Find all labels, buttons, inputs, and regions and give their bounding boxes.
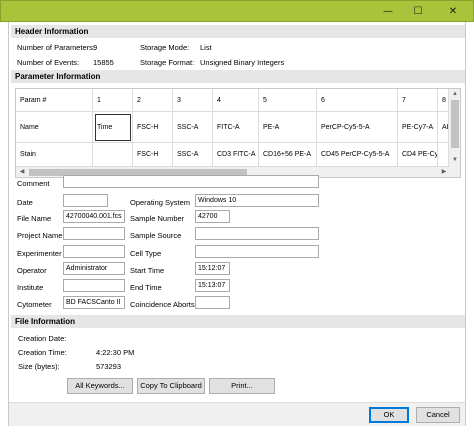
grid-cell[interactable]: CD45 PerCP-Cy5-5-A [317,143,398,166]
dialog-body: Header Information Number of Parameters:… [8,22,466,426]
start-time-field[interactable]: 15:12:07 [195,262,230,275]
coincidence-aborts-label: Coincidence Aborts [130,300,195,309]
grid-cell[interactable]: SSC-A [173,112,213,143]
creation-time-label: Creation Time: [18,348,67,357]
cytometer-label: Cytometer [17,300,52,309]
end-time-label: End Time [130,283,162,292]
grid-cell[interactable] [93,143,133,166]
maximize-icon[interactable]: ☐ [403,1,433,21]
sample-source-field[interactable] [195,227,319,240]
sample-source-label: Sample Source [130,231,182,240]
file-info-title: File Information [11,315,465,328]
filename-label: File Name [17,214,52,223]
os-field[interactable]: Windows 10 [195,194,319,207]
grid-vertical-scrollbar[interactable]: ▲ ▼ [448,89,460,177]
all-keywords-button[interactable]: All Keywords... [67,378,133,394]
grid-cell: 4 [213,89,259,112]
scroll-thumb[interactable] [451,100,459,148]
ok-button[interactable]: OK [369,407,409,423]
operator-label: Operator [17,266,47,275]
window-controls: — ☐ ✕ [373,1,473,21]
creation-time-value: 4:22:30 PM [96,348,135,357]
grid-cell[interactable]: SSC-A [173,143,213,166]
parameter-grid[interactable]: Param # 1 2 3 4 5 6 7 8 Name Time FSC-H … [15,88,461,178]
num-params-value: 9 [93,43,98,52]
grid-cell: 1 [93,89,133,112]
close-icon[interactable]: ✕ [433,1,473,21]
grid-cell: 7 [398,89,438,112]
storage-mode-label: Storage Mode: [140,43,190,52]
param-number-row: Param # 1 2 3 4 5 6 7 8 [16,89,450,112]
grid-cell[interactable]: PE-A [259,112,317,143]
grid-cell[interactable]: PerCP-Cy5-5-A [317,112,398,143]
copy-to-clipboard-button[interactable]: Copy To Clipboard [137,378,205,394]
dialog-button-bar: OK Cancel [9,402,465,426]
grid-cell[interactable]: CD3 FITC-A [213,143,259,166]
param-stain-row: Stain FSC-H SSC-A CD3 FITC-A CD16+56 PE-… [16,143,450,167]
grid-cell[interactable]: FITC-A [213,112,259,143]
grid-cell[interactable]: FSC-H [133,112,173,143]
grid-cell: Name [16,112,93,143]
grid-cell: 5 [259,89,317,112]
grid-cell: Param # [16,89,93,112]
num-events-value: 15855 [93,58,114,67]
comment-label: Comment [17,179,50,188]
param-name-row: Name Time FSC-H SSC-A FITC-A PE-A PerCP-… [16,112,456,143]
creation-date-label: Creation Date: [18,334,67,343]
scroll-left-icon[interactable]: ◀ [16,167,28,177]
end-time-field[interactable]: 15:13:07 [195,279,230,292]
grid-cell: 6 [317,89,398,112]
grid-cell-selected[interactable]: Time [93,112,133,143]
scroll-right-icon[interactable]: ▶ [438,167,450,177]
header-info-title: Header Information [11,25,465,38]
grid-cell: 3 [173,89,213,112]
coincidence-aborts-field[interactable] [195,296,230,309]
cell-type-field[interactable] [195,245,319,258]
institute-field[interactable] [63,279,125,292]
storage-format-label: Storage Format: [140,58,195,67]
date-label: Date [17,198,33,207]
grid-cell[interactable]: FSC-H [133,143,173,166]
size-value: 573293 [96,362,122,371]
project-name-label: Project Name [17,231,63,240]
storage-format-value: Unsigned Binary Integers [200,58,285,67]
storage-mode-value: List [200,43,212,52]
date-field[interactable] [63,194,108,207]
grid-cell[interactable]: CD4 PE-Cy7 [398,143,438,166]
grid-cell[interactable]: PE-Cy7-A [398,112,438,143]
grid-cell: 2 [133,89,173,112]
grid-cell[interactable]: CD16+56 PE-A [259,143,317,166]
num-events-label: Number of Events: [17,58,80,67]
minimize-icon[interactable]: — [373,1,403,21]
sample-number-label: Sample Number [130,214,185,223]
institute-label: Institute [17,283,44,292]
filename-field[interactable]: 42700040.001.fcs [63,210,125,223]
os-label: Operating System [130,198,191,207]
parameter-info-title: Parameter Information [11,70,465,83]
cytometer-field[interactable]: BD FACSCanto II [63,296,125,309]
experimenter-label: Experimenter [17,249,62,258]
scroll-down-icon[interactable]: ▼ [449,155,460,165]
start-time-label: Start Time [130,266,165,275]
project-name-field[interactable] [63,227,125,240]
cell-type-label: Cell Type [130,249,162,258]
operator-field[interactable]: Administrator [63,262,125,275]
experimenter-field[interactable] [63,245,125,258]
title-bar: — ☐ ✕ [0,0,474,22]
num-params-label: Number of Parameters: [17,43,95,52]
cancel-button[interactable]: Cancel [416,407,460,423]
size-label: Size (bytes): [18,362,60,371]
print-button[interactable]: Print... [209,378,275,394]
grid-cell: Stain [16,143,93,166]
scroll-up-icon[interactable]: ▲ [449,89,460,99]
sample-number-field[interactable]: 42700 [195,210,230,223]
comment-field[interactable] [63,175,319,188]
